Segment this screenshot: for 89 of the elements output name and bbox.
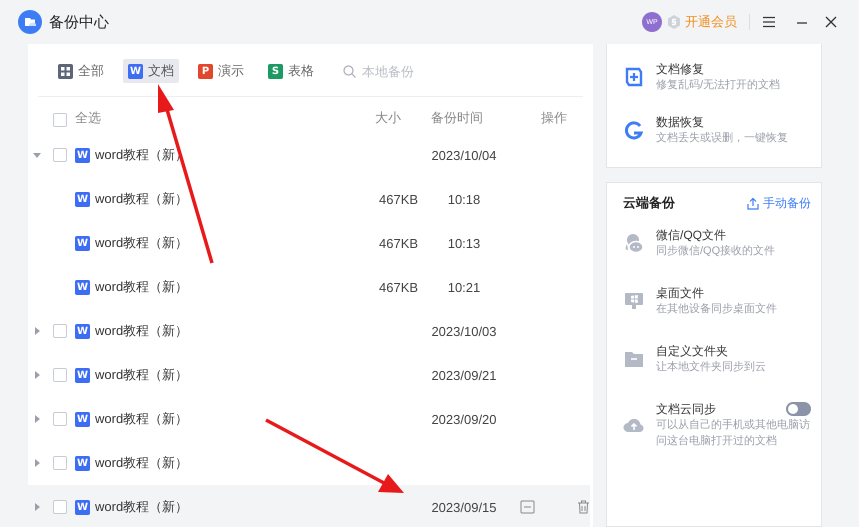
collapse-caret-icon[interactable] bbox=[32, 150, 42, 160]
filter-tab[interactable]: S 表格 bbox=[263, 59, 319, 83]
backup-date: 2023/10/03 bbox=[431, 324, 497, 338]
column-header: 备份时间 bbox=[431, 109, 484, 127]
close-icon[interactable] bbox=[825, 16, 837, 28]
file-size: 467KB bbox=[378, 280, 420, 294]
file-name: word教程（新） bbox=[95, 190, 188, 208]
expand-caret-icon[interactable] bbox=[32, 326, 42, 336]
grid-icon bbox=[58, 64, 73, 78]
backup-date: 2023/09/20 bbox=[431, 412, 497, 426]
upload-icon bbox=[747, 196, 759, 210]
manual-backup-link[interactable]: 手动备份 bbox=[747, 194, 811, 212]
file-size: 467KB bbox=[378, 192, 420, 206]
folder-icon bbox=[624, 350, 644, 368]
recovery-icon bbox=[624, 120, 644, 140]
feature-title[interactable]: 微信/QQ文件 bbox=[656, 227, 726, 243]
feature-title[interactable]: 自定义文件夹 bbox=[656, 343, 728, 359]
file-row[interactable]: W word教程（新） 2023/09/20 bbox=[28, 397, 590, 441]
backup-time: 10:18 bbox=[446, 192, 482, 206]
document-repair-icon bbox=[624, 67, 644, 87]
filter-tab[interactable]: 全部 bbox=[53, 59, 109, 83]
file-row[interactable]: W word教程（新） 2023/09/15 bbox=[28, 485, 590, 527]
sheet-file-icon: S bbox=[268, 64, 283, 78]
feature-description: 修复乱码/无法打开的文档 bbox=[656, 78, 782, 93]
file-name: word教程（新） bbox=[95, 454, 188, 472]
feature-title[interactable]: 文档修复 bbox=[656, 61, 704, 77]
backup-date: 2023/09/15 bbox=[431, 500, 497, 514]
word-file-icon: W bbox=[75, 456, 90, 470]
backup-date: 2023/09/21 bbox=[431, 368, 497, 382]
column-header: 大小 bbox=[374, 109, 402, 127]
delete-icon[interactable] bbox=[577, 500, 590, 514]
file-name: word教程（新） bbox=[95, 278, 188, 296]
ppt-file-icon: P bbox=[198, 64, 213, 78]
feature-description: 同步微信/QQ接收的文件 bbox=[656, 244, 776, 259]
row-checkbox[interactable] bbox=[53, 368, 67, 382]
word-file-icon: W bbox=[75, 192, 90, 206]
backup-time: 10:13 bbox=[446, 236, 482, 250]
feature-title[interactable]: 数据恢复 bbox=[656, 114, 704, 130]
word-file-icon: W bbox=[75, 324, 90, 338]
word-file-icon: W bbox=[75, 368, 90, 382]
file-size: 467KB bbox=[378, 236, 420, 250]
file-row[interactable]: W word教程（新） 2023/09/21 bbox=[28, 353, 590, 397]
expand-caret-icon[interactable] bbox=[32, 370, 42, 380]
feature-description: 文档丢失或误删，一键恢复 bbox=[656, 130, 789, 146]
search-field[interactable]: 本地备份 bbox=[360, 62, 454, 80]
word-file-icon: W bbox=[75, 500, 90, 514]
file-row[interactable]: W word教程（新） bbox=[28, 441, 590, 485]
filter-tab[interactable]: W 文档 bbox=[123, 59, 179, 83]
feature-title[interactable]: 桌面文件 bbox=[656, 285, 704, 301]
chat-icon bbox=[623, 232, 645, 254]
backup-date: 2023/10/04 bbox=[431, 148, 497, 162]
word-file-icon: W bbox=[75, 236, 90, 250]
file-row[interactable]: W word教程（新） 2023/10/03 bbox=[28, 309, 590, 353]
monitor-icon bbox=[624, 291, 644, 311]
row-checkbox[interactable] bbox=[53, 456, 67, 470]
expand-caret-icon[interactable] bbox=[32, 458, 42, 468]
search-icon bbox=[343, 64, 356, 78]
file-name: word教程（新） bbox=[95, 322, 188, 340]
file-name: word教程（新） bbox=[95, 410, 188, 428]
backup-time: 10:21 bbox=[446, 280, 482, 294]
select-all-checkbox[interactable] bbox=[53, 113, 67, 127]
word-file-icon: W bbox=[75, 280, 90, 294]
expand-caret-icon[interactable] bbox=[32, 414, 42, 424]
select-all-label: 全选 bbox=[74, 109, 102, 127]
menu-icon[interactable] bbox=[762, 16, 776, 28]
row-checkbox[interactable] bbox=[53, 412, 67, 426]
word-file-icon: W bbox=[75, 148, 90, 162]
row-checkbox[interactable] bbox=[53, 148, 67, 162]
sync-toggle[interactable] bbox=[786, 402, 811, 416]
feature-title[interactable]: 文档云同步 bbox=[656, 401, 716, 417]
file-name: word教程（新） bbox=[95, 234, 188, 252]
doc-file-icon: W bbox=[128, 64, 143, 78]
cloud-upload-icon bbox=[623, 416, 645, 434]
feature-description: 让本地文件夹同步到云 bbox=[656, 360, 767, 375]
row-checkbox[interactable] bbox=[53, 324, 67, 338]
word-file-icon: W bbox=[75, 412, 90, 426]
column-header: 操作 bbox=[540, 109, 568, 127]
feature-description: 在其他设备同步桌面文件 bbox=[656, 302, 778, 317]
row-checkbox[interactable] bbox=[53, 500, 67, 514]
file-name: word教程（新） bbox=[95, 498, 188, 516]
coin-icon bbox=[666, 14, 682, 30]
section-title: 云端备份 bbox=[623, 194, 675, 212]
file-name: word教程（新） bbox=[95, 366, 188, 384]
window-title: 备份中心 bbox=[49, 12, 109, 32]
filter-tab[interactable]: P 演示 bbox=[193, 59, 249, 83]
app-logo-icon bbox=[18, 10, 42, 34]
restore-icon[interactable] bbox=[520, 500, 535, 514]
expand-caret-icon[interactable] bbox=[32, 502, 42, 512]
feature-description: 可以从自己的手机或其他电脑访问这台电脑打开过的文档 bbox=[656, 418, 811, 449]
